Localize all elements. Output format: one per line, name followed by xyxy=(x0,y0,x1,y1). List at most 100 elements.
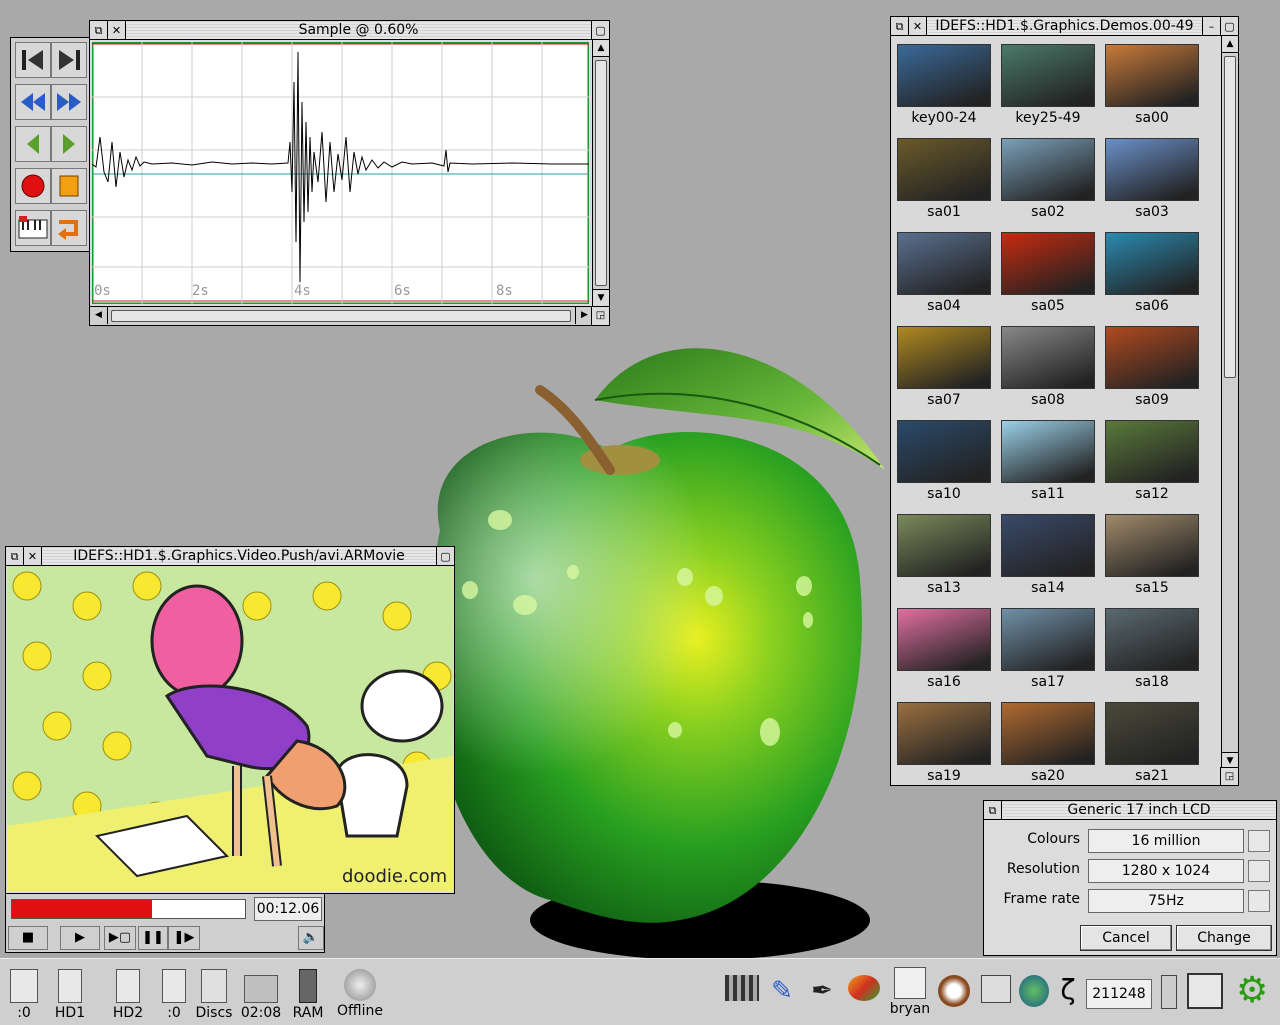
hd2-item[interactable]: HD2 xyxy=(108,969,148,1021)
slow-play-button[interactable]: ❚▶ xyxy=(168,926,200,950)
ram-disc-item[interactable]: RAM xyxy=(288,969,328,1021)
title-bar[interactable]: ⧉ ✕ IDEFS::HD1.$.Graphics.Demos.00-49 – … xyxy=(891,17,1238,36)
close-icon[interactable]: ✕ xyxy=(108,21,126,39)
title-bar[interactable]: ⧉ ✕ IDEFS::HD1.$.Graphics.Video.Push/avi… xyxy=(6,547,454,566)
scroll-thumb[interactable] xyxy=(595,60,607,286)
file-item[interactable]: sa01 xyxy=(892,138,996,232)
step-forward-icon[interactable] xyxy=(51,126,87,162)
record-icon[interactable] xyxy=(15,168,51,204)
progress-bar[interactable] xyxy=(11,899,246,919)
file-item[interactable]: sa02 xyxy=(996,138,1100,232)
file-item[interactable]: sa17 xyxy=(996,608,1100,702)
close-icon[interactable]: ✕ xyxy=(24,547,42,565)
scroll-up-icon[interactable]: ▲ xyxy=(593,40,609,57)
printer-app-item[interactable] xyxy=(978,975,1014,1005)
vertical-scrollbar[interactable]: ▲ ▼ xyxy=(592,40,609,306)
display-app-item[interactable] xyxy=(1156,975,1182,1011)
zeta-app-item[interactable]: ζ xyxy=(1052,973,1082,1007)
file-item[interactable]: sa14 xyxy=(996,514,1100,608)
scroll-down-icon[interactable]: ▼ xyxy=(593,289,609,306)
draw-app-item[interactable]: ✎ xyxy=(764,975,800,1009)
sprite-thumbnail xyxy=(897,420,991,483)
skip-end-icon[interactable] xyxy=(51,42,87,78)
file-item[interactable]: sa16 xyxy=(892,608,996,702)
change-button[interactable]: Change xyxy=(1176,925,1272,951)
file-item[interactable]: sa08 xyxy=(996,326,1100,420)
cd-drive-item[interactable]: :0 xyxy=(154,969,194,1021)
skip-start-icon[interactable] xyxy=(15,42,51,78)
edit-app-item[interactable]: ✒ xyxy=(804,975,840,1009)
pause-button[interactable]: ❚❚ xyxy=(138,926,168,950)
file-item[interactable]: sa21 xyxy=(1100,702,1204,785)
toggle-size-icon[interactable]: ▢ xyxy=(591,21,609,39)
rewind-icon[interactable] xyxy=(15,84,51,120)
file-item[interactable]: sa06 xyxy=(1100,232,1204,326)
settings-item[interactable]: ⚙ xyxy=(1230,973,1274,1009)
free-memory-readout[interactable]: 211248 xyxy=(1086,979,1152,1009)
file-item[interactable]: key00-24 xyxy=(892,44,996,138)
resolution-field[interactable]: 1280 x 1024 xyxy=(1088,859,1244,883)
file-item[interactable]: sa00 xyxy=(1100,44,1204,138)
play-button[interactable]: ▶ xyxy=(60,926,100,950)
frame-rate-menu-icon[interactable] xyxy=(1248,890,1270,912)
task-manager-item[interactable] xyxy=(1184,973,1226,1011)
iconbar-label: :0 xyxy=(17,1005,31,1021)
globe-app-item[interactable] xyxy=(1016,975,1052,1009)
file-item[interactable]: sa15 xyxy=(1100,514,1204,608)
scroll-left-icon[interactable]: ◀ xyxy=(90,307,108,324)
sprite-thumbnail xyxy=(897,138,991,201)
back-icon[interactable]: ⧉ xyxy=(891,17,909,35)
frame-rate-field[interactable]: 75Hz xyxy=(1088,889,1244,913)
file-item[interactable]: sa07 xyxy=(892,326,996,420)
film-app-item[interactable] xyxy=(724,975,760,1003)
floppy-drive-item[interactable]: :0 xyxy=(4,969,44,1021)
file-item[interactable]: sa10 xyxy=(892,420,996,514)
hd1-item[interactable]: HD1 xyxy=(50,969,90,1021)
dog-app-item[interactable] xyxy=(936,975,972,1009)
network-item[interactable]: Offline xyxy=(334,969,386,1019)
clock-item[interactable]: 02:08 xyxy=(238,969,284,1021)
step-frame-button[interactable]: ▶▢ xyxy=(104,926,136,950)
back-icon[interactable]: ⧉ xyxy=(6,547,24,565)
file-item[interactable]: sa12 xyxy=(1100,420,1204,514)
file-item[interactable]: key25-49 xyxy=(996,44,1100,138)
file-item[interactable]: sa09 xyxy=(1100,326,1204,420)
title-bar[interactable]: ⧉ ✕ Sample @ 0.60% ▢ xyxy=(90,21,609,40)
file-item[interactable]: sa05 xyxy=(996,232,1100,326)
step-back-icon[interactable] xyxy=(15,126,51,162)
discs-item[interactable]: Discs xyxy=(192,969,236,1021)
file-item[interactable]: sa04 xyxy=(892,232,996,326)
news-app-item[interactable]: bryan xyxy=(888,967,932,1017)
stop-button[interactable]: ■ xyxy=(8,926,48,950)
scroll-up-icon[interactable]: ▲ xyxy=(1222,36,1238,53)
file-item[interactable]: sa19 xyxy=(892,702,996,785)
colours-field[interactable]: 16 million xyxy=(1088,829,1244,853)
cancel-button[interactable]: Cancel xyxy=(1080,925,1172,951)
back-icon[interactable]: ⧉ xyxy=(90,21,108,39)
resolution-menu-icon[interactable] xyxy=(1248,860,1270,882)
file-item[interactable]: sa13 xyxy=(892,514,996,608)
keyboard-icon[interactable] xyxy=(15,210,51,246)
vertical-scrollbar[interactable]: ▲ ▼ xyxy=(1221,36,1238,769)
file-label: sa06 xyxy=(1135,298,1169,314)
resize-icon[interactable]: ◲ xyxy=(1220,767,1238,785)
back-icon[interactable]: ⧉ xyxy=(984,801,1002,819)
file-item[interactable]: sa11 xyxy=(996,420,1100,514)
scroll-thumb[interactable] xyxy=(1224,56,1236,378)
toggle-size-icon[interactable]: ▢ xyxy=(436,547,454,565)
loop-icon[interactable] xyxy=(51,210,87,246)
file-item[interactable]: sa18 xyxy=(1100,608,1204,702)
stop-icon[interactable] xyxy=(51,168,87,204)
colours-menu-icon[interactable] xyxy=(1248,830,1270,852)
video-frame[interactable]: doodie.com xyxy=(7,566,453,892)
file-item[interactable]: sa20 xyxy=(996,702,1100,785)
volume-icon[interactable]: 🔈 xyxy=(298,926,324,950)
file-item[interactable]: sa03 xyxy=(1100,138,1204,232)
close-icon[interactable]: ✕ xyxy=(909,17,927,35)
paint-app-item[interactable] xyxy=(844,975,884,1003)
waveform-display[interactable] xyxy=(92,42,589,304)
toggle-size-icon[interactable]: ▢ xyxy=(1220,17,1238,35)
iconise-icon[interactable]: – xyxy=(1202,17,1220,35)
title-bar[interactable]: ⧉ Generic 17 inch LCD xyxy=(984,801,1276,820)
fast-forward-icon[interactable] xyxy=(51,84,87,120)
